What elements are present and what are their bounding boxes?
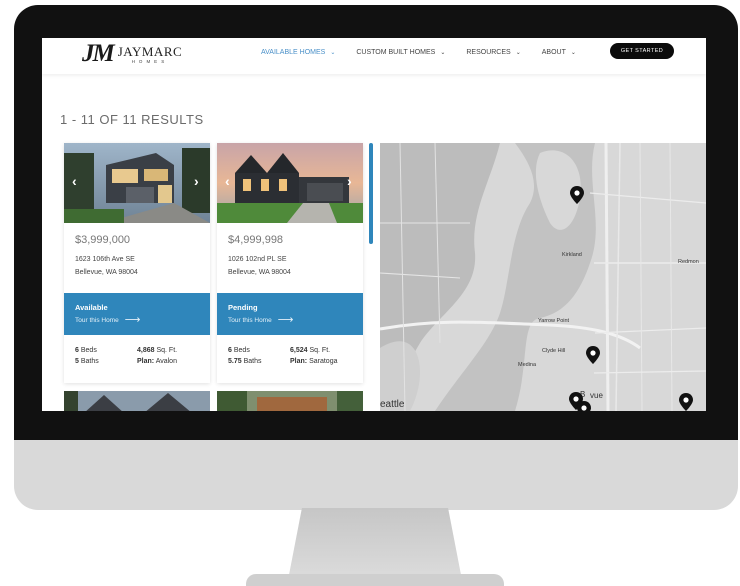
logo[interactable]: JM JAYMARC HOMES	[82, 41, 182, 67]
sqft-spec: 6,524 Sq. Ft.	[290, 347, 331, 354]
plan-spec: Plan: Avalon	[137, 358, 177, 365]
baths-spec: 5 Baths	[75, 358, 99, 365]
listing-price: $4,999,998	[228, 234, 284, 246]
nav-resources[interactable]: RESOURCES ⌄	[466, 49, 520, 56]
listing-photo[interactable]: ‹ ›	[64, 143, 210, 223]
map-label-kirkland: Kirkland	[562, 252, 582, 258]
map-label-redmond: Redmon	[678, 259, 699, 265]
chevron-left-icon[interactable]: ‹	[72, 173, 77, 189]
logo-mark: JM	[82, 40, 115, 67]
listing-address-line2: Bellevue, WA 98004	[228, 269, 291, 276]
map[interactable]: Kirkland Redmon Yarrow Point Clyde Hill …	[380, 143, 706, 411]
listings-scrollbar[interactable]	[369, 143, 373, 244]
results-count: 1 - 11 OF 11 RESULTS	[60, 112, 204, 127]
sqft-spec: 4,868 Sq. Ft.	[137, 347, 178, 354]
chevron-down-icon: ⌄	[440, 49, 446, 56]
monitor-stand-neck	[288, 508, 462, 580]
house-photo-1	[64, 143, 210, 223]
status-band[interactable]: Available Tour this Home ⟶	[64, 293, 210, 335]
house-photo-4	[217, 391, 363, 411]
baths-spec: 5.75 Baths	[228, 358, 262, 365]
chevron-down-icon: ⌄	[570, 49, 576, 56]
listing-address-line2: Bellevue, WA 98004	[75, 269, 138, 276]
listing-price: $3,999,000	[75, 234, 131, 246]
listing-address-line1: 1623 106th Ave SE	[75, 256, 135, 263]
listing-address-line1: 1026 102nd PL SE	[228, 256, 287, 263]
map-label-medina: Medina	[518, 362, 537, 368]
tour-home-link[interactable]: Tour this Home ⟶	[75, 314, 141, 326]
listing-card[interactable]: ‹ › $3,999,000 1623 106th Ave SE Bellevu…	[64, 143, 210, 383]
beds-spec: 6 Beds	[75, 347, 97, 354]
arrow-right-icon: ⟶	[124, 314, 141, 326]
tour-home-link[interactable]: Tour this Home ⟶	[228, 314, 294, 326]
map-label-clyde-hill: Clyde Hill	[542, 348, 566, 354]
plan-spec: Plan: Saratoga	[290, 358, 338, 365]
logo-subtitle: HOMES	[131, 59, 169, 64]
listing-card-peek[interactable]	[217, 391, 363, 411]
chevron-down-icon: ⌄	[330, 49, 336, 56]
listing-card[interactable]: ‹ › $4,999,998 1026 102nd PL SE Bellevue…	[217, 143, 363, 383]
house-photo-3	[64, 391, 210, 411]
main-nav: AVAILABLE HOMES ⌄ CUSTOM BUILT HOMES ⌄ RES…	[261, 38, 597, 66]
house-photo-2	[217, 143, 363, 223]
website-screen: JM JAYMARC HOMES AVAILABLE HOMES ⌄ CUSTOM…	[42, 38, 706, 411]
map-label-yarrow-point: Yarrow Point	[538, 318, 570, 324]
beds-spec: 6 Beds	[228, 347, 250, 354]
nav-available-homes[interactable]: AVAILABLE HOMES ⌄	[261, 49, 335, 56]
arrow-right-icon: ⟶	[277, 314, 294, 326]
site-header: JM JAYMARC HOMES AVAILABLE HOMES ⌄ CUSTOM…	[42, 38, 706, 74]
get-started-button[interactable]: GET STARTED	[610, 43, 674, 59]
chevron-left-icon[interactable]: ‹	[225, 173, 230, 189]
map-pin-icon[interactable]	[577, 401, 591, 411]
chevron-down-icon: ⌄	[515, 49, 521, 56]
chevron-right-icon[interactable]: ›	[194, 173, 199, 189]
chevron-right-icon[interactable]: ›	[347, 173, 352, 189]
map-pin-icon[interactable]	[586, 346, 600, 364]
nav-about[interactable]: ABOUT ⌄	[542, 49, 576, 56]
logo-name: JAYMARC	[117, 44, 183, 59]
map-pin-icon[interactable]	[679, 393, 693, 411]
status-badge: Available	[75, 303, 108, 312]
monitor-stand-base	[246, 574, 504, 586]
map-canvas	[380, 143, 706, 411]
listing-photo[interactable]: ‹ ›	[217, 143, 363, 223]
map-label-seattle: eattle	[380, 399, 405, 410]
status-band[interactable]: Pending Tour this Home ⟶	[217, 293, 363, 335]
map-pin-icon[interactable]	[570, 186, 584, 204]
map-label-bellevue-end: vue	[590, 391, 603, 400]
listing-card-peek[interactable]	[64, 391, 210, 411]
status-badge: Pending	[228, 303, 258, 312]
nav-custom-built-homes[interactable]: CUSTOM BUILT HOMES ⌄	[356, 49, 445, 56]
